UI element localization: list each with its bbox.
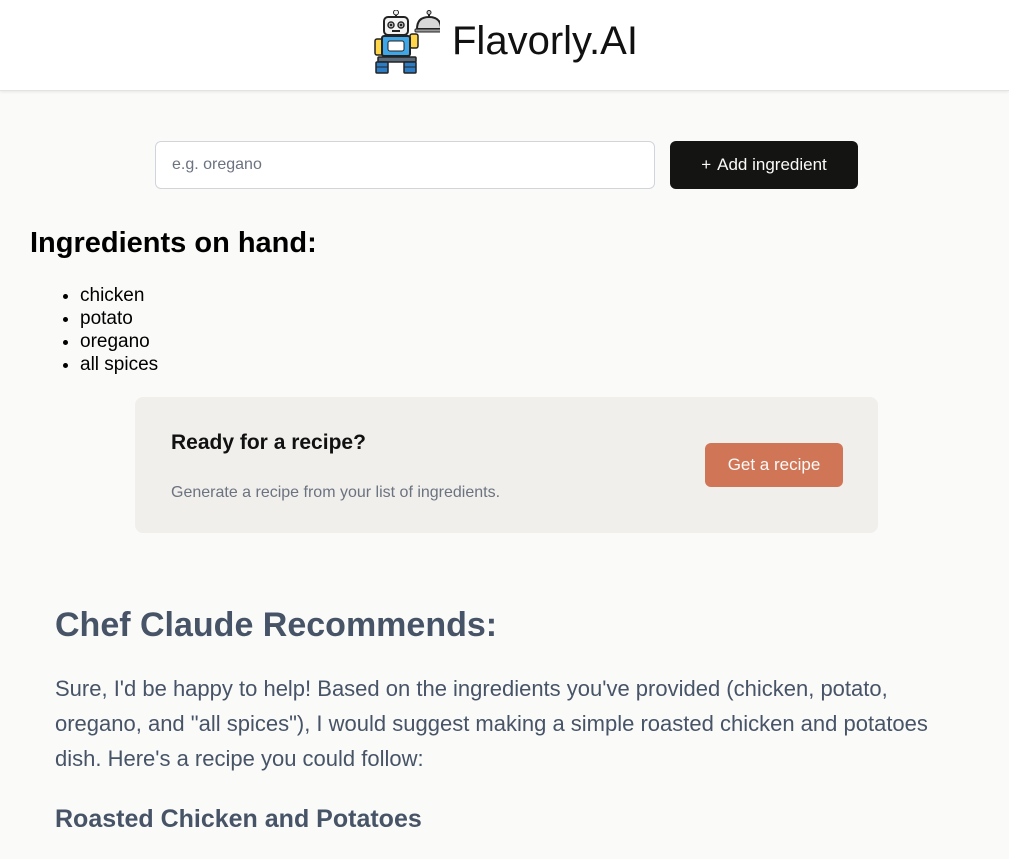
ingredients-title: Ingredients on hand: (30, 227, 317, 259)
recipe-title: Roasted Chicken and Potatoes (55, 805, 422, 833)
robot-chef-icon (372, 9, 443, 74)
ingredient-item: all spices (80, 353, 158, 376)
get-recipe-card: Ready for a recipe? Generate a recipe fr… (135, 397, 878, 533)
plus-icon: + (701, 155, 712, 174)
add-ingredient-button[interactable]: + Add ingredient (670, 141, 858, 189)
recommendation-body: Sure, I'd be happy to help! Based on the… (55, 676, 928, 771)
ingredient-list: chicken potato oregano all spices (80, 284, 158, 376)
recommendation-heading: Chef Claude Recommends: (55, 606, 498, 644)
ingredient-item: chicken (80, 284, 158, 307)
ingredient-item: oregano (80, 330, 158, 353)
app-header: Flavorly.AI (0, 0, 1009, 91)
get-recipe-button[interactable]: Get a recipe (705, 443, 843, 487)
ingredient-item: potato (80, 307, 158, 330)
ingredient-input[interactable] (155, 141, 655, 189)
card-title: Ready for a recipe? (171, 431, 366, 454)
card-description: Generate a recipe from your list of ingr… (171, 484, 501, 501)
brand-title: Flavorly.AI (452, 19, 638, 63)
add-ingredient-label: Add ingredient (717, 155, 827, 174)
